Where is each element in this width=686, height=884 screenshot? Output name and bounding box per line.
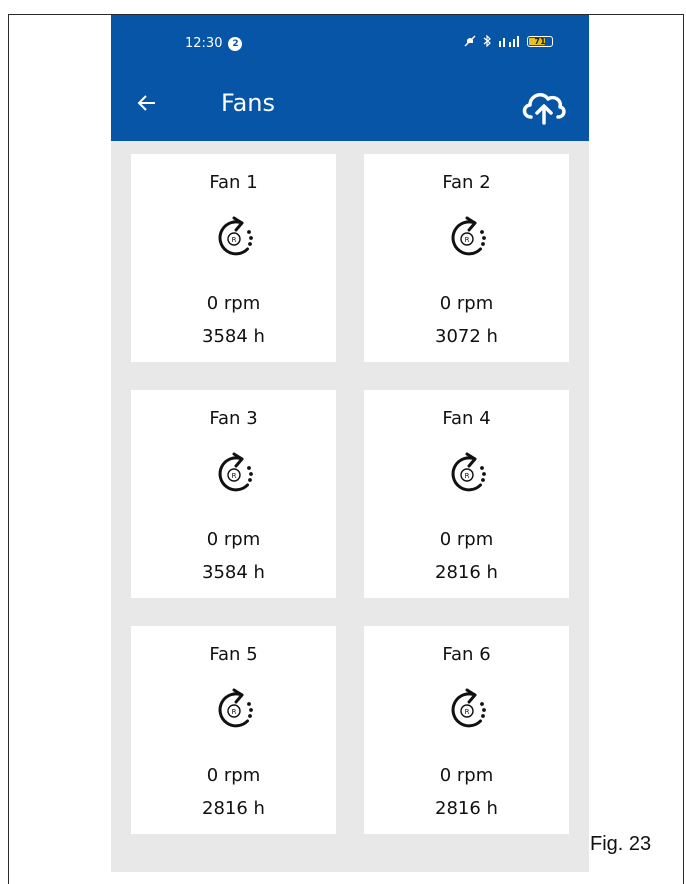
fan-card[interactable]: Fan 3 R 0 rpm 3584 h (131, 390, 336, 598)
fan-hours: 2816 h (435, 798, 498, 819)
svg-text:R: R (464, 236, 469, 244)
fan-grid: Fan 1 R 0 rpm 3584 h Fan 2 R 0 rpm 3072 … (131, 154, 569, 834)
back-button[interactable] (133, 89, 161, 117)
arrow-left-icon (137, 95, 155, 111)
fan-rpm: 0 rpm (439, 529, 494, 550)
fan-card[interactable]: Fan 1 R 0 rpm 3584 h (131, 154, 336, 362)
fan-name: Fan 1 (209, 172, 258, 193)
upload-button[interactable] (519, 85, 567, 125)
fan-rotation-icon: R (451, 216, 486, 256)
svg-text:R: R (231, 236, 236, 244)
fan-name: Fan 2 (442, 172, 491, 193)
fan-rotation-icon: R (451, 452, 486, 492)
fan-card[interactable]: Fan 4 R 0 rpm 2816 h (364, 390, 569, 598)
fan-hours: 2816 h (202, 798, 265, 819)
fan-rpm: 0 rpm (206, 529, 261, 550)
clock: 12:30 (185, 36, 223, 51)
mute-icon (464, 35, 476, 47)
svg-text:R: R (464, 472, 469, 480)
fan-name: Fan 4 (442, 408, 491, 429)
fan-rotation-icon: R (218, 216, 253, 256)
fan-rotation-icon: R (218, 688, 253, 728)
fan-hours: 2816 h (435, 562, 498, 583)
battery-level: 71 (534, 36, 546, 46)
svg-text:R: R (231, 708, 236, 716)
fan-card[interactable]: Fan 5 R 0 rpm 2816 h (131, 626, 336, 834)
svg-text:R: R (464, 708, 469, 716)
fan-name: Fan 5 (209, 644, 258, 665)
cloud-upload-icon (522, 93, 566, 125)
fan-card[interactable]: Fan 2 R 0 rpm 3072 h (364, 154, 569, 362)
page-title: Fans (221, 89, 276, 117)
fan-name: Fan 6 (442, 644, 491, 665)
bluetooth-icon (483, 35, 491, 47)
svg-text:R: R (231, 472, 236, 480)
fan-rotation-icon: R (451, 688, 486, 728)
fan-rpm: 0 rpm (206, 765, 261, 786)
phone-screen: 12:30 2 71 Fans Fan 1 R 0 rpm 3584 h Fan… (111, 15, 589, 872)
fan-name: Fan 3 (209, 408, 258, 429)
notification-badge: 2 (228, 36, 243, 51)
fan-card[interactable]: Fan 6 R 0 rpm 2816 h (364, 626, 569, 834)
fan-rpm: 0 rpm (439, 293, 494, 314)
battery-icon: 71 (527, 35, 553, 47)
app-bar: 12:30 2 71 Fans (111, 15, 589, 141)
signal-icon (499, 36, 519, 47)
figure-label: Fig. 23 (590, 833, 652, 855)
fan-rpm: 0 rpm (439, 765, 494, 786)
fan-hours: 3584 h (202, 562, 265, 583)
fan-hours: 3584 h (202, 326, 265, 347)
status-bar-time: 12:30 2 (185, 36, 243, 51)
fan-rotation-icon: R (218, 452, 253, 492)
fan-hours: 3072 h (435, 326, 498, 347)
fan-rpm: 0 rpm (206, 293, 261, 314)
status-icons: 71 (464, 35, 553, 47)
